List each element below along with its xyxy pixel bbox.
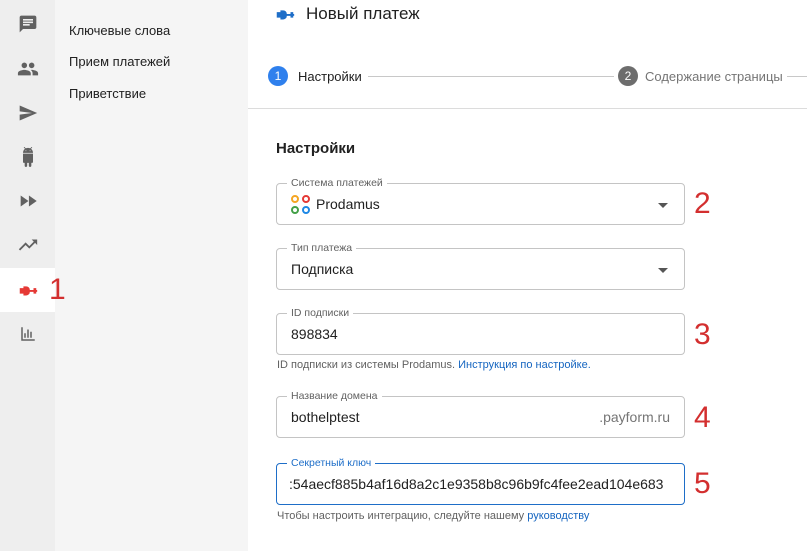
prodamus-logo-icon	[291, 195, 311, 215]
chevron-down-icon[interactable]	[658, 203, 668, 208]
rail-item-flows[interactable]	[0, 179, 55, 223]
domain-name-field[interactable]: Название домена bothelptest .payform.ru	[276, 390, 685, 438]
plug-icon	[276, 10, 295, 20]
payment-system-legend: Система платежей	[287, 177, 387, 189]
icon-rail	[0, 0, 55, 551]
secret-key-field[interactable]: Секретный ключ :54aecf885b4af16d8a2c1e93…	[276, 457, 685, 505]
subscription-id-value: 898834	[291, 326, 338, 342]
chevron-down-icon[interactable]	[658, 268, 668, 273]
secret-key-helper: Чтобы настроить интеграцию, следуйте наш…	[277, 510, 589, 522]
step-2-label[interactable]: Содержание страницы	[645, 69, 783, 84]
subscription-id-field[interactable]: ID подписки 898834	[276, 307, 685, 355]
main-panel: Новый платеж 1 Настройки 2 Содержание ст…	[248, 0, 807, 551]
people-icon	[17, 62, 38, 76]
subscription-id-helper-text: ID подписки из системы Prodamus.	[277, 359, 456, 371]
plug-icon	[19, 286, 37, 296]
rail-item-stats[interactable]	[0, 312, 55, 356]
submenu-item-greeting[interactable]: Приветствие	[69, 86, 146, 101]
double-chevron-icon	[20, 195, 37, 207]
payment-system-select[interactable]: Система платежей Prodamus	[276, 177, 685, 225]
step-connector	[368, 76, 614, 77]
bar-chart-icon	[20, 327, 35, 341]
secret-key-value: :54aecf885b4af16d8a2c1e9358b8c96b9fc4fee…	[289, 476, 664, 492]
payment-type-legend: Тип платежа	[287, 242, 357, 254]
guide-link[interactable]: руководству	[527, 510, 589, 522]
secret-key-legend: Секретный ключ	[287, 457, 376, 469]
secret-key-helper-text: Чтобы настроить интеграцию, следуйте наш…	[277, 510, 525, 522]
rail-item-android[interactable]	[0, 135, 55, 179]
annotation-marker-2: 2	[694, 187, 711, 220]
submenu: Ключевые слова Прием платежей Приветстви…	[55, 0, 248, 551]
subscription-id-helper: ID подписки из системы Prodamus. Инструк…	[277, 359, 591, 371]
header-divider	[248, 108, 807, 109]
payment-system-value: Prodamus	[316, 196, 380, 212]
domain-suffix: .payform.ru	[599, 409, 670, 425]
rail-item-send[interactable]	[0, 91, 55, 135]
stepper: 1 Настройки 2 Содержание страницы	[268, 66, 807, 88]
annotation-marker-3: 3	[694, 318, 711, 351]
android-icon	[22, 147, 33, 167]
step-connector-tail	[787, 76, 807, 77]
annotation-marker-1: 1	[49, 273, 66, 306]
domain-name-value: bothelptest	[291, 409, 360, 425]
step-1-number[interactable]: 1	[268, 66, 288, 86]
rail-item-chat[interactable]	[0, 2, 55, 46]
trending-up-icon	[18, 239, 37, 251]
submenu-item-payments[interactable]: Прием платежей	[69, 54, 170, 69]
subscription-id-legend: ID подписки	[287, 307, 354, 319]
rail-item-analytics[interactable]	[0, 223, 55, 267]
chat-icon	[19, 15, 36, 33]
payment-type-value: Подписка	[291, 261, 354, 277]
section-title: Настройки	[276, 140, 356, 157]
annotation-marker-4: 4	[694, 401, 711, 434]
rail-item-people[interactable]	[0, 47, 55, 91]
page-title: Новый платеж	[306, 4, 420, 23]
send-icon	[19, 105, 37, 121]
page-header: Новый платеж	[274, 4, 420, 24]
submenu-item-keywords[interactable]: Ключевые слова	[69, 23, 170, 38]
step-2-number[interactable]: 2	[618, 66, 638, 86]
domain-name-legend: Название домена	[287, 390, 382, 402]
rail-item-payments[interactable]	[0, 268, 55, 312]
setup-instructions-link[interactable]: Инструкция по настройке.	[458, 359, 591, 371]
step-1-label[interactable]: Настройки	[298, 69, 362, 84]
payment-type-select[interactable]: Тип платежа Подписка	[276, 242, 685, 290]
annotation-marker-5: 5	[694, 467, 711, 500]
